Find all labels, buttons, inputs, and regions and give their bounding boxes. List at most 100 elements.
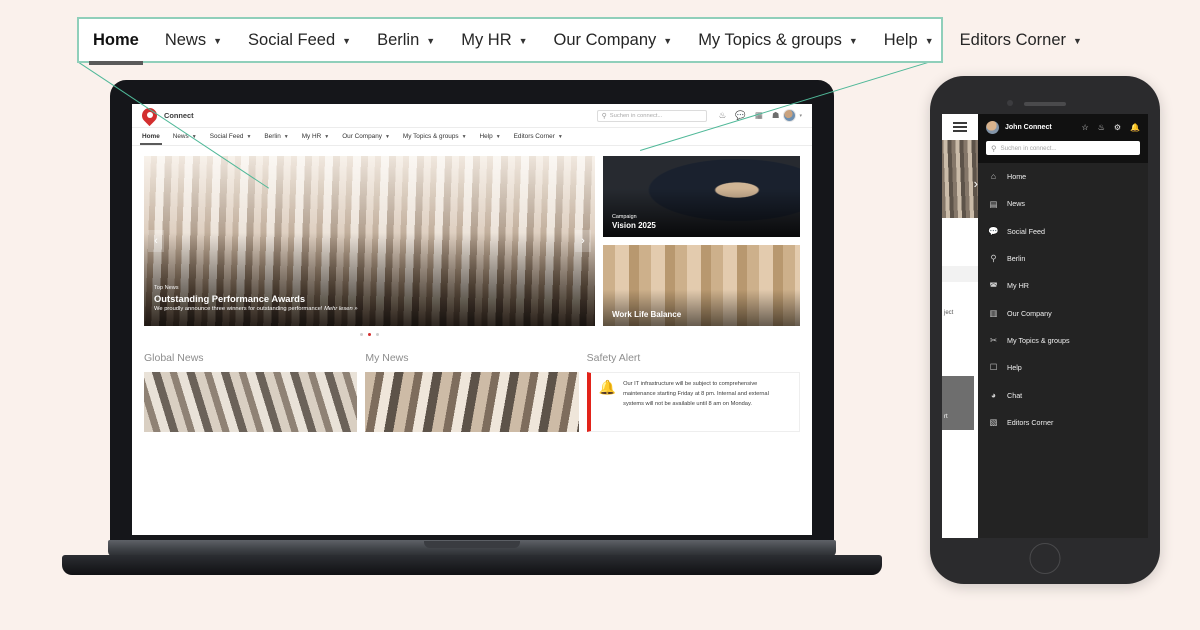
people-icon[interactable]: ♨ [1098,123,1105,132]
callout-nav-item-our-company[interactable]: Our Company ▼ [554,31,673,50]
nav-item-help[interactable]: Help ▼ [480,133,501,140]
callout-nav-item-berlin[interactable]: Berlin ▼ [377,31,435,50]
carousel-prev-button[interactable]: ‹ [148,230,164,252]
hamburger-menu-icon[interactable] [942,114,978,140]
callout-nav-label: News [164,30,207,49]
card-vision-2025[interactable]: Campaign Vision 2025 [603,156,800,237]
nav-item-my-hr[interactable]: My HR ▼ [302,133,329,140]
safety-alert-text: Our IT infrastructure will be subject to… [623,381,769,407]
scissors-topics-icon: ✂ [989,335,998,346]
laptop-lid: Connect ⚲ Suchen in connect... ♨ 💬 ▦ ☗ ▾ [110,80,834,545]
search-icon: ⚲ [991,143,997,153]
gear-icon[interactable]: ⚙ [1114,123,1121,132]
section-thumbnail[interactable] [144,372,358,432]
background-text: ject [944,310,954,316]
hero-carousel[interactable]: ‹ › Top News Outstanding Performance Awa… [144,156,595,326]
newspaper-icon: ▤ [989,198,998,209]
menu-item-label: Home [1007,172,1027,182]
laptop-notch [424,541,520,548]
nav-label: Editors Corner [513,133,555,140]
phone-menu-header: John Connect ☆ ♨ ⚙ 🔔 ⚲ Suchen in connect… [978,114,1148,163]
chevron-down-icon: ▼ [924,35,934,46]
callout-nav-label: Social Feed [248,30,336,49]
callout-nav-label: Our Company [553,30,657,49]
section-heading: Safety Alert [586,352,641,364]
search-placeholder: Suchen in connect... [609,112,663,119]
menu-item-editors-corner[interactable]: ▧ Editors Corner [978,409,1148,436]
section-my-news: My News [365,352,579,432]
carousel-dot-active[interactable] [368,333,371,336]
menu-item-label: My HR [1007,281,1029,291]
chevron-down-icon: ▼ [324,133,330,140]
background-card [942,218,974,266]
callout-nav-item-news[interactable]: News ▼ [165,31,222,50]
callout-nav-label: Berlin [377,30,420,49]
menu-item-my-topics-groups[interactable]: ✂ My Topics & groups [978,327,1148,354]
bookmark-icon[interactable]: ☗ [772,111,780,120]
menu-item-label: Social Feed [1007,226,1045,236]
nav-item-editors-corner[interactable]: Editors Corner ▼ [514,133,563,140]
chevron-down-icon: ▼ [213,35,223,46]
card-title: Work Life Balance [612,310,682,319]
menu-item-help[interactable]: ☐ Help [978,354,1148,381]
card-title: Vision 2025 [612,221,656,230]
section-global-news: Global News [144,352,358,432]
menu-item-home[interactable]: ⌂ Home [978,163,1148,190]
card-work-life-balance[interactable]: Work Life Balance [603,245,800,326]
section-thumbnail[interactable] [365,372,579,432]
avatar[interactable] [986,121,999,134]
callout-nav-item-social-feed[interactable]: Social Feed ▼ [248,31,351,50]
callout-nav-item-help[interactable]: Help ▼ [884,31,934,50]
nav-label: Social Feed [209,133,244,140]
nav-label: Berlin [264,133,281,140]
nav-item-social-feed[interactable]: Social Feed ▼ [210,133,252,140]
menu-item-social-feed[interactable]: 💬 Social Feed [978,218,1148,245]
side-cards: Campaign Vision 2025 Work Life Balance [603,156,800,336]
bell-icon[interactable]: 🔔 [1130,123,1140,132]
nav-item-berlin[interactable]: Berlin ▼ [264,133,288,140]
callout-nav-item-my-topics-groups[interactable]: My Topics & groups ▼ [698,31,858,50]
menu-item-label: Help [1007,363,1022,373]
avatar[interactable] [783,109,797,122]
hero-read-more-link[interactable]: Mehr lesen » [324,306,358,312]
laptop-screen: Connect ⚲ Suchen in connect... ♨ 💬 ▦ ☗ ▾ [132,104,812,535]
menu-item-my-hr[interactable]: ◚ My HR [978,272,1148,299]
hero-subtitle-text: We proudly announce three winners for ou… [154,306,323,312]
star-icon[interactable]: ☆ [1082,123,1089,132]
phone-search-input[interactable]: ⚲ Suchen in connect... [986,141,1140,155]
callout-nav-item-editors-corner[interactable]: Editors Corner ▼ [960,31,1082,50]
search-placeholder: Suchen in connect... [1000,144,1057,152]
hero-row: ‹ › Top News Outstanding Performance Awa… [144,156,800,336]
menu-item-chat[interactable]: ◕ Chat [978,381,1148,408]
hero-caption: Top News Outstanding Performance Awards … [154,285,358,313]
nav-item-our-company[interactable]: Our Company ▼ [342,133,390,140]
edit-square-icon: ▧ [989,417,998,428]
carousel-dot[interactable] [376,333,379,336]
home-button[interactable] [1029,543,1061,574]
chevron-down-icon[interactable]: ▾ [799,113,802,119]
menu-item-label: Chat [1007,390,1023,400]
nav-item-home[interactable]: Home [140,133,162,145]
safety-alert-box: 🔔 Our IT infrastructure will be subject … [586,372,800,432]
home-icon: ⌂ [990,171,997,182]
callout-nav-item-my-hr[interactable]: My HR ▼ [461,31,527,50]
chevron-down-icon: ▼ [461,133,467,140]
callout-nav-label: My Topics & groups [698,30,842,49]
chevron-down-icon: ▼ [384,133,390,140]
carousel-dot[interactable] [360,333,363,336]
hero-subtitle: We proudly announce three winners for ou… [154,306,358,312]
people-icon[interactable]: ♨ [719,111,727,120]
background-hero-image [942,140,978,218]
menu-item-berlin[interactable]: ⚲ Berlin [978,245,1148,272]
chevron-down-icon: ▼ [848,35,858,46]
desktop-search-input[interactable]: ⚲ Suchen in connect... [596,109,707,122]
callout-nav-item-home[interactable]: Home [89,31,143,65]
sections-row: Global News My News Safety Alert 🔔 Our I… [144,352,800,432]
nav-item-my-topics-groups[interactable]: My Topics & groups ▼ [403,133,467,140]
chevron-down-icon: ▼ [663,35,673,46]
carousel-next-button[interactable]: › [575,230,591,252]
menu-item-news[interactable]: ▤ News [978,190,1148,217]
phone-side-menu: John Connect ☆ ♨ ⚙ 🔔 ⚲ Suchen in connect… [978,114,1148,538]
location-pin-icon: ⚲ [990,253,997,264]
menu-item-our-company[interactable]: ▥ Our Company [978,299,1148,326]
